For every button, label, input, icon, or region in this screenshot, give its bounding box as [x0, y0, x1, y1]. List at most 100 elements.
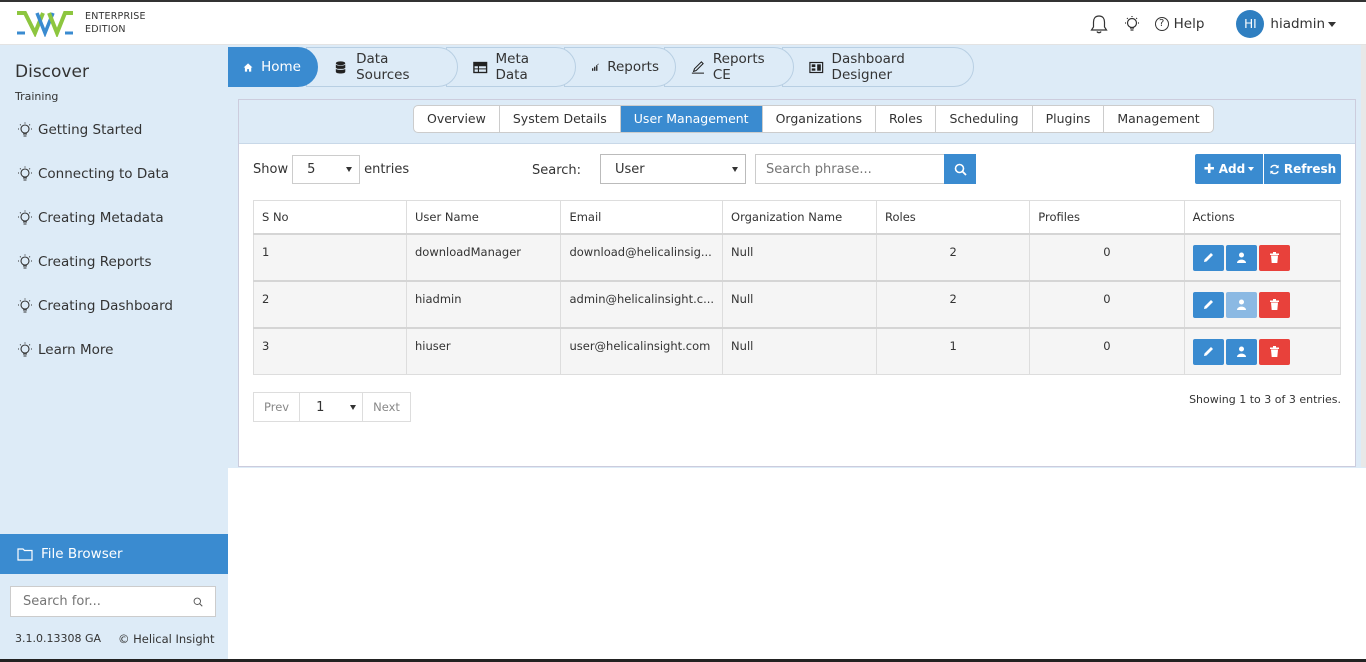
username-label: hiadmin [1270, 16, 1325, 32]
help-link[interactable]: ? Help [1154, 16, 1205, 32]
delete-button[interactable] [1258, 338, 1290, 365]
tab-home[interactable]: Home [228, 47, 318, 87]
main-tabs: Home Data Sources Meta Data Reports Repo… [228, 47, 974, 87]
column-header[interactable]: Email [560, 200, 724, 234]
bell-icon[interactable] [1089, 14, 1109, 34]
delete-button[interactable] [1258, 291, 1290, 318]
pagination: Prev 1 Next [253, 392, 411, 422]
cell-email: admin@helicalinsight.c... [560, 279, 724, 328]
dashboard-icon [809, 61, 824, 73]
cell-organization: Null [722, 232, 877, 281]
edit-button[interactable] [1192, 244, 1224, 271]
sidebar-item-getting-started[interactable]: Getting Started [17, 122, 142, 138]
helical-insight-logo[interactable] [15, 9, 75, 37]
column-header[interactable]: Roles [875, 200, 1031, 234]
pencil-icon [691, 60, 704, 74]
subtab-management[interactable]: Management [1104, 106, 1212, 132]
lightbulb-icon[interactable] [1123, 15, 1141, 33]
entries-select[interactable]: 5 [292, 155, 361, 184]
tab-dashboard-designer[interactable]: Dashboard Designer [782, 47, 974, 87]
edit-button[interactable] [1192, 338, 1224, 365]
tab-meta-data[interactable]: Meta Data [446, 47, 576, 87]
cell-username: hiuser [405, 326, 562, 375]
file-search-input[interactable] [23, 594, 193, 609]
column-header[interactable]: Organization Name [722, 200, 877, 234]
tab-label: Home [261, 59, 301, 75]
sidebar-item-learn-more[interactable]: Learn More [17, 342, 114, 358]
subtab-roles[interactable]: Roles [876, 106, 937, 132]
edition-label: ENTERPRISE EDITION [85, 10, 146, 36]
sidebar-item-creating-metadata[interactable]: Creating Metadata [17, 210, 164, 226]
profile-button[interactable] [1225, 338, 1257, 365]
table-row: 3 hiuser user@helicalinsight.com Null 1 … [253, 326, 1342, 375]
add-label: Add [1218, 162, 1246, 176]
lightbulb-icon [18, 166, 32, 181]
tab-reports-ce[interactable]: Reports CE [664, 47, 794, 87]
prev-button[interactable]: Prev [254, 393, 299, 421]
cell-roles: 2 [875, 279, 1031, 328]
file-browser-button[interactable]: File Browser [0, 534, 228, 574]
user-management-panel: Overview System Details User Management … [238, 99, 1356, 467]
user-icon [1236, 252, 1246, 263]
main-bottom-area [228, 468, 1366, 662]
column-header[interactable]: Profiles [1029, 200, 1185, 234]
table-row: 1 downloadManager download@helicalinsig.… [253, 232, 1342, 281]
delete-button[interactable] [1258, 244, 1290, 271]
scrollbar[interactable] [1361, 45, 1366, 467]
top-header: ENTERPRISE EDITION ? Help HI hiadmin [0, 0, 1366, 45]
profile-button[interactable] [1225, 291, 1257, 318]
refresh-button[interactable]: Refresh [1264, 154, 1341, 184]
add-button[interactable]: ✚ Add [1195, 154, 1263, 184]
trash-icon [1269, 252, 1279, 263]
subtab-plugins[interactable]: Plugins [1033, 106, 1105, 132]
sidebar-item-label: Creating Metadata [38, 210, 164, 226]
tab-label: Meta Data [495, 51, 530, 83]
tab-reports[interactable]: Reports [564, 47, 676, 87]
cell-actions [1183, 279, 1342, 328]
panel-header: Overview System Details User Management … [239, 100, 1355, 144]
sidebar-item-creating-reports[interactable]: Creating Reports [17, 254, 152, 270]
entries-label: entries [364, 162, 410, 177]
search-icon[interactable] [193, 595, 203, 609]
page-select[interactable]: 1 [299, 393, 364, 421]
edit-button[interactable] [1192, 291, 1224, 318]
subtab-system-details[interactable]: System Details [500, 106, 621, 132]
show-label: Show [253, 162, 289, 177]
user-icon [1236, 299, 1246, 310]
database-icon [335, 60, 346, 74]
refresh-label: Refresh [1283, 162, 1337, 176]
sidebar-item-connecting-to-data[interactable]: Connecting to Data [17, 166, 169, 182]
trash-icon [1269, 346, 1279, 357]
profile-button[interactable] [1225, 244, 1257, 271]
subtab-organizations[interactable]: Organizations [763, 106, 877, 132]
search-by-select[interactable]: User [600, 154, 746, 184]
tab-data-sources[interactable]: Data Sources [306, 47, 458, 87]
cell-sno: 3 [253, 326, 407, 375]
avatar[interactable]: HI [1236, 10, 1265, 38]
column-header[interactable]: S No [253, 200, 407, 234]
sidebar-item-label: Getting Started [38, 122, 143, 138]
sidebar-item-creating-dashboard[interactable]: Creating Dashboard [17, 298, 173, 314]
admin-subtabs: Overview System Details User Management … [413, 105, 1214, 133]
user-icon [1236, 346, 1246, 357]
edition-line-2: EDITION [85, 24, 126, 35]
question-icon: ? [1154, 17, 1169, 31]
column-header[interactable]: User Name [405, 200, 562, 234]
cell-organization: Null [722, 279, 877, 328]
caret-down-icon [346, 167, 353, 172]
next-button[interactable]: Next [363, 393, 410, 421]
subtab-user-management[interactable]: User Management [620, 106, 763, 132]
caret-down-icon [1248, 167, 1255, 171]
subtab-overview[interactable]: Overview [414, 106, 500, 132]
subtab-scheduling[interactable]: Scheduling [936, 106, 1033, 132]
user-menu[interactable]: hiadmin [1270, 16, 1336, 32]
sidebar-item-label: Creating Dashboard [38, 298, 173, 314]
folder-icon [17, 548, 33, 561]
search-by-value: User [615, 161, 645, 177]
refresh-icon [1270, 164, 1279, 174]
search-phrase-input[interactable] [766, 161, 934, 177]
file-browser-label: File Browser [41, 546, 123, 562]
cell-username: downloadManager [405, 232, 562, 281]
search-button[interactable] [944, 154, 976, 184]
help-label: Help [1173, 16, 1205, 32]
